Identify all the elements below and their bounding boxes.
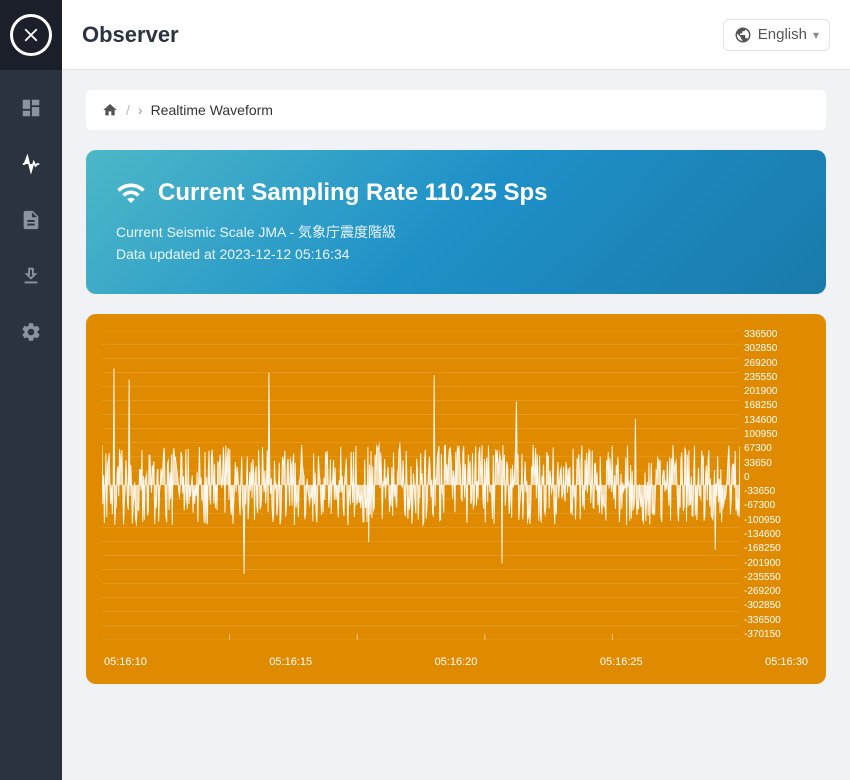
breadcrumb-current: Realtime Waveform: [151, 102, 273, 118]
y-axis-label: -201900: [744, 559, 810, 569]
y-axis-label: -33650: [744, 487, 810, 497]
seismic-scale-label: Current Seismic Scale JMA - 気象庁震度階級: [116, 222, 796, 242]
sidebar-item-report[interactable]: [0, 192, 62, 248]
waveform-canvas: [102, 330, 740, 640]
app-logo[interactable]: [0, 0, 62, 70]
y-axis-label: 201900: [744, 387, 810, 397]
dashboard-icon: [20, 97, 42, 119]
page-content: / › Realtime Waveform Current Sampling R…: [62, 70, 850, 780]
x-axis-label: 05:16:15: [269, 656, 312, 668]
y-axis-label: -168250: [744, 544, 810, 554]
sidebar-item-settings[interactable]: [0, 304, 62, 360]
waveform-inner: 3365003028502692002355502019001682501346…: [102, 330, 810, 650]
y-axis-label: -370150: [744, 630, 810, 640]
breadcrumb-separator: /: [126, 102, 130, 118]
waveform-area: [102, 330, 740, 650]
info-card-title: Current Sampling Rate 110.25 Sps: [116, 178, 796, 208]
waveform-x-axis: 05:16:10 05:16:15 05:16:20 05:16:25 05:16:30: [102, 656, 810, 668]
y-axis-label: 100950: [744, 430, 810, 440]
breadcrumb: / › Realtime Waveform: [86, 90, 826, 130]
sidebar-nav: [0, 70, 62, 360]
dropdown-arrow: ▾: [813, 28, 819, 42]
y-axis-label: 134600: [744, 416, 810, 426]
language-selector[interactable]: English ▾: [723, 19, 830, 51]
download-icon: [20, 265, 42, 287]
sidebar-item-waveform[interactable]: [0, 136, 62, 192]
x-axis-label: 05:16:10: [104, 656, 147, 668]
y-axis-label: 33650: [744, 459, 810, 469]
home-icon: [102, 102, 118, 118]
y-axis-label: 0: [744, 473, 810, 483]
y-axis-label: 336500: [744, 330, 810, 340]
y-axis-label: -134600: [744, 530, 810, 540]
y-axis-label: -235550: [744, 573, 810, 583]
y-axis-label: -302850: [744, 601, 810, 611]
y-axis-label: 67300: [744, 444, 810, 454]
x-axis-label: 05:16:25: [600, 656, 643, 668]
logo-circle: [10, 14, 52, 56]
x-axis-label: 05:16:20: [435, 656, 478, 668]
sidebar-item-dashboard[interactable]: [0, 80, 62, 136]
header: Observer English ▾: [62, 0, 850, 70]
report-icon: [20, 209, 42, 231]
waveform-y-axis: 3365003028502692002355502019001682501346…: [740, 330, 810, 640]
y-axis-label: -100950: [744, 516, 810, 526]
y-axis-label: -67300: [744, 501, 810, 511]
y-axis-label: 302850: [744, 344, 810, 354]
data-updated-label: Data updated at 2023-12-12 05:16:34: [116, 246, 796, 262]
signal-icon: [116, 178, 146, 208]
settings-icon: [20, 321, 42, 343]
info-card: Current Sampling Rate 110.25 Sps Current…: [86, 150, 826, 294]
y-axis-label: 168250: [744, 401, 810, 411]
globe-icon: [734, 26, 752, 44]
y-axis-label: -336500: [744, 616, 810, 626]
y-axis-label: -269200: [744, 587, 810, 597]
y-axis-label: 269200: [744, 359, 810, 369]
x-axis-label: 05:16:30: [765, 656, 808, 668]
language-label: English: [758, 26, 807, 43]
app-title: Observer: [82, 22, 723, 48]
breadcrumb-chevron: ›: [138, 102, 143, 118]
sampling-rate-text: Current Sampling Rate 110.25 Sps: [158, 179, 547, 207]
sidebar-item-download[interactable]: [0, 248, 62, 304]
wifi-icon: [116, 178, 146, 208]
y-axis-label: 235550: [744, 373, 810, 383]
waveform-icon: [20, 153, 42, 175]
sidebar: [0, 0, 62, 780]
main-content: Observer English ▾ / › Realtime Waveform: [62, 0, 850, 780]
logo-icon: [20, 24, 42, 46]
waveform-card: 3365003028502692002355502019001682501346…: [86, 314, 826, 684]
